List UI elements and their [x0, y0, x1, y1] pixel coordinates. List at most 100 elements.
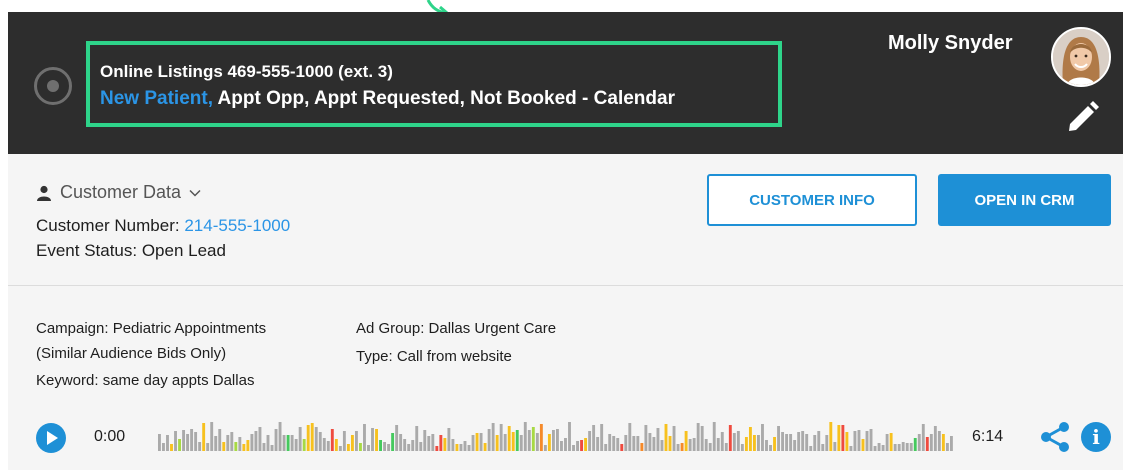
waveform-bar — [773, 437, 776, 451]
waveform-bar — [720, 432, 724, 451]
audio-waveform[interactable] — [158, 417, 954, 453]
waveform-bar — [286, 435, 290, 451]
pencil-icon[interactable] — [1066, 100, 1100, 134]
waveform-bar — [628, 423, 632, 451]
waveform-bar — [427, 436, 431, 451]
waveform-bar — [620, 444, 624, 451]
waveform-bar — [885, 434, 889, 451]
waveform-bar — [877, 443, 881, 451]
tag-new-patient[interactable]: New Patient, — [100, 88, 213, 109]
waveform-bar — [342, 431, 346, 451]
person-icon — [37, 185, 51, 201]
waveform-bar — [278, 422, 282, 451]
customer-section: Customer Data Customer Number: 214-555-1… — [8, 154, 1123, 286]
waveform-bar — [471, 435, 475, 451]
waveform-bar — [495, 435, 499, 451]
waveform-bar — [531, 427, 535, 451]
waveform-bar — [294, 439, 298, 451]
waveform-bar — [326, 441, 330, 451]
call-type: Type: Call from website — [356, 348, 512, 365]
waveform-bar — [933, 426, 937, 451]
waveform-bar — [158, 434, 161, 451]
waveform-bar — [491, 423, 495, 451]
waveform-bar — [849, 446, 853, 451]
call-source: Online Listings 469-555-1000 (ext. 3) — [100, 62, 393, 81]
open-in-crm-button[interactable]: OPEN IN CRM — [938, 174, 1111, 226]
waveform-bar — [423, 430, 427, 451]
waveform-bar — [901, 442, 905, 451]
waveform-bar — [411, 440, 415, 451]
waveform-bar — [624, 435, 628, 451]
waveform-bar — [640, 443, 644, 451]
highlight-box — [86, 41, 782, 127]
waveform-bar — [371, 428, 374, 451]
waveform-bar — [479, 433, 483, 451]
play-button[interactable] — [36, 423, 66, 453]
waveform-bar — [415, 426, 419, 451]
user-name: Molly Snyder — [888, 32, 1013, 54]
waveform-bar — [853, 431, 857, 451]
waveform-bar — [833, 442, 837, 451]
waveform-bar — [656, 428, 660, 451]
waveform-bar — [925, 437, 929, 451]
waveform-bar — [672, 426, 676, 451]
waveform-bar — [861, 439, 865, 451]
customer-info-button[interactable]: CUSTOMER INFO — [707, 174, 917, 226]
avatar[interactable] — [1051, 27, 1111, 87]
play-icon — [47, 431, 58, 445]
waveform-bar — [797, 432, 801, 451]
waveform-bar — [869, 429, 873, 451]
waveform-bar — [350, 435, 354, 451]
waveform-bar — [270, 445, 274, 451]
call-tags: New Patient, Appt Opp, Appt Requested, N… — [100, 88, 675, 110]
waveform-bar — [507, 426, 511, 451]
waveform-bar — [407, 444, 411, 451]
waveform-bar — [511, 432, 515, 451]
waveform-bar — [435, 446, 439, 451]
waveform-bar — [740, 444, 744, 451]
waveform-bar — [194, 432, 198, 451]
waveform-bar — [817, 431, 821, 451]
customer-number-link[interactable]: 214-555-1000 — [184, 216, 290, 235]
waveform-bar — [668, 436, 672, 451]
waveform-bar — [596, 437, 600, 451]
waveform-bar — [572, 445, 575, 451]
waveform-bar — [588, 431, 592, 451]
waveform-bar — [865, 431, 869, 451]
waveform-bar — [310, 423, 314, 451]
waveform-bar — [451, 439, 455, 451]
waveform-bar — [889, 433, 893, 451]
waveform-bar — [218, 429, 222, 451]
waveform-bar — [608, 434, 612, 451]
waveform-bar — [604, 444, 608, 451]
waveform-bar — [190, 429, 194, 451]
share-icon[interactable] — [1038, 420, 1072, 454]
waveform-bar — [282, 435, 286, 451]
waveform-bar — [206, 443, 210, 451]
waveform-bar — [724, 443, 728, 451]
waveform-bar — [186, 434, 190, 451]
waveform-bar — [813, 435, 817, 451]
waveform-bar — [897, 444, 901, 451]
call-header: Online Listings 469-555-1000 (ext. 3) Ne… — [8, 12, 1123, 154]
waveform-bar — [274, 429, 278, 451]
waveform-bar — [568, 422, 571, 451]
waveform-bar — [162, 443, 165, 451]
customer-data-toggle[interactable]: Customer Data — [36, 182, 201, 203]
waveform-bar — [909, 443, 913, 451]
waveform-bar — [174, 431, 177, 451]
waveform-bar — [475, 433, 479, 451]
waveform-bar — [375, 429, 378, 451]
waveform-bar — [801, 431, 805, 451]
info-icon[interactable]: i — [1081, 422, 1111, 452]
radio-button-icon[interactable] — [34, 67, 72, 105]
customer-data-title: Customer Data — [60, 182, 182, 202]
waveform-bar — [338, 446, 342, 451]
waveform-bar — [234, 442, 238, 451]
waveform-bar — [290, 435, 294, 451]
waveform-bar — [837, 425, 841, 451]
customer-number-label: Customer Number: — [36, 216, 180, 235]
waveform-bar — [941, 434, 945, 451]
waveform-bar — [684, 431, 688, 451]
waveform-bar — [367, 445, 370, 451]
